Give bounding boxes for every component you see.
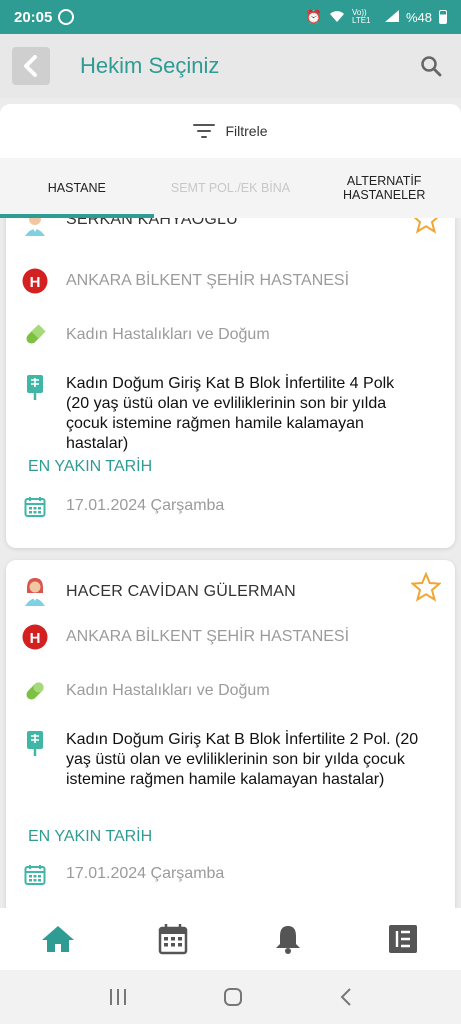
hospital-tabs: HASTANE SEMT POL./EK BİNA ALTERNATİF HAS…: [0, 158, 461, 218]
hospital-icon: H: [22, 624, 48, 650]
network-label: Vo)) LTE1: [351, 8, 371, 25]
system-navigation-bar: [0, 970, 461, 1024]
tab-district-clinic[interactable]: SEMT POL./EK BİNA: [154, 158, 308, 218]
filter-icon: [193, 124, 216, 138]
tab-alternative-hospitals[interactable]: ALTERNATİF HASTANELER: [307, 158, 461, 218]
department-name: Kadın Hastalıkları ve Doğum: [66, 682, 270, 699]
nearest-date-label: EN YAKIN TARİH: [28, 828, 153, 845]
back-nav-icon[interactable]: [339, 987, 353, 1007]
calendar-icon: [158, 924, 188, 955]
list-icon: [389, 925, 418, 953]
doctor-name: HACER CAVİDAN GÜLERMAN: [66, 583, 296, 600]
nav-records[interactable]: [346, 908, 461, 970]
doctor-list: SERKAN KAHYAOĞLU H ANKARA BİLKENT ŞEHİR …: [0, 218, 461, 908]
pill-icon: [22, 322, 48, 348]
nearest-date-label: EN YAKIN TARİH: [28, 458, 153, 475]
status-bar: 20:05 ⏰ Vo)) LTE1 %48: [0, 0, 461, 34]
nav-home[interactable]: [0, 908, 115, 970]
tab-hospital[interactable]: HASTANE: [0, 158, 154, 218]
appointment-date: 17.01.2024 Çarşamba: [66, 497, 225, 514]
home-button-icon[interactable]: [223, 987, 243, 1007]
doctor-card[interactable]: SERKAN KAHYAOĞLU H ANKARA BİLKENT ŞEHİR …: [6, 218, 455, 548]
pill-icon: [22, 678, 48, 704]
filter-button[interactable]: Filtrele: [0, 104, 461, 158]
chevron-left-icon: [24, 55, 37, 77]
appointment-date: 17.01.2024 Çarşamba: [66, 865, 225, 882]
favorite-star-icon[interactable]: [411, 218, 441, 234]
battery-percent: %48: [405, 9, 432, 25]
tab-district-clinic-label: SEMT POL./EK BİNA: [170, 181, 291, 195]
tab-alternative-hospitals-label: ALTERNATİF HASTANELER: [342, 174, 426, 202]
filter-label: Filtrele: [225, 123, 268, 139]
battery-icon: [439, 10, 447, 24]
recent-apps-icon[interactable]: [108, 988, 128, 1006]
alarm-icon: ⏰: [305, 9, 322, 24]
wifi-icon: [329, 9, 345, 26]
department-name: Kadın Hastalıkları ve Doğum: [66, 326, 270, 343]
clinic-name: Kadın Doğum Giriş Kat B Blok İnfertilite…: [66, 375, 395, 452]
clinic-icon: [22, 730, 48, 756]
doctor-avatar-icon: [22, 218, 48, 236]
hospital-name: ANKARA BİLKENT ŞEHİR HASTANESİ: [66, 272, 350, 289]
hospital-icon: H: [22, 268, 48, 294]
doctor-card[interactable]: HACER CAVİDAN GÜLERMAN H ANKARA BİLKENT …: [6, 560, 455, 908]
clinic-name: Kadın Doğum Giriş Kat B Blok İnfertilite…: [66, 731, 419, 788]
bell-icon: [276, 926, 301, 954]
nav-calendar[interactable]: [115, 908, 230, 970]
svg-text:H: H: [30, 274, 41, 291]
bottom-navigation: [0, 908, 461, 970]
calendar-small-icon: [22, 862, 48, 888]
hospital-name: ANKARA BİLKENT ŞEHİR HASTANESİ: [66, 628, 350, 645]
whatsapp-icon: [58, 9, 75, 25]
page-title: Hekim Seçiniz: [80, 53, 220, 78]
favorite-star-icon[interactable]: [411, 572, 441, 602]
status-time: 20:05: [14, 8, 53, 26]
svg-text:H: H: [30, 630, 41, 647]
search-icon: [421, 56, 442, 77]
home-icon: [41, 926, 74, 952]
clinic-icon: [22, 374, 48, 400]
app-header: Hekim Seçiniz: [0, 34, 461, 98]
tab-hospital-label: HASTANE: [47, 181, 106, 195]
status-icons: ⏰ Vo)) LTE1 %48: [306, 9, 447, 26]
doctor-avatar-icon: [22, 578, 48, 606]
calendar-small-icon: [22, 494, 48, 520]
doctor-name: SERKAN KAHYAOĞLU: [66, 218, 238, 228]
search-button[interactable]: [417, 52, 445, 80]
signal-icon: [384, 9, 399, 25]
back-button[interactable]: [12, 47, 50, 85]
nav-notifications[interactable]: [231, 908, 346, 970]
